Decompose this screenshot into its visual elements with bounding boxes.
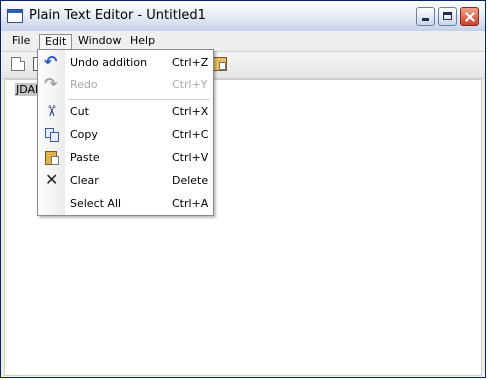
app-window-icon [7,9,23,23]
title-bar[interactable]: Plain Text Editor - Untitled1 [1,1,485,32]
menu-item-select-all[interactable]: Select All Ctrl+A [38,193,213,215]
menu-item-shortcut: Ctrl+V [172,151,209,164]
menu-separator [68,99,210,100]
menu-item-shortcut: Ctrl+A [172,197,209,210]
menu-help[interactable]: Help [125,34,160,50]
window-title: Plain Text Editor - Untitled1 [29,8,206,23]
close-icon[interactable] [460,7,479,26]
menu-item-undo[interactable]: Undo addition Ctrl+Z [38,52,213,74]
edit-menu-dropdown: Undo addition Ctrl+Z Redo Ctrl+Y Cut Ctr… [37,49,214,216]
menu-item-label: Cut [70,105,89,118]
menu-item-redo: Redo Ctrl+Y [38,74,213,96]
undo-icon [44,52,60,71]
new-file-icon[interactable] [11,57,25,71]
redo-icon [44,74,60,93]
menu-item-shortcut: Ctrl+Y [172,78,208,91]
menu-file[interactable]: File [7,34,35,50]
menu-item-copy[interactable]: Copy Ctrl+C [38,124,213,146]
menu-window[interactable]: Window [73,34,126,50]
minimize-icon[interactable] [416,7,435,26]
paste-toolbar-icon[interactable] [213,57,227,71]
clear-icon [44,170,60,189]
menu-item-paste[interactable]: Paste Ctrl+V [38,147,213,169]
menu-item-label: Copy [70,128,98,141]
menu-edit[interactable]: Edit [39,34,73,50]
menu-item-shortcut: Ctrl+C [172,128,209,141]
menu-item-label: Clear [70,174,99,187]
cut-icon [44,104,60,120]
copy-icon [44,127,60,143]
paste-icon [44,150,60,166]
menu-item-shortcut: Ctrl+Z [172,56,209,69]
menu-item-shortcut: Ctrl+X [172,105,209,118]
menu-item-label: Select All [70,197,122,210]
menu-item-shortcut: Delete [172,174,209,187]
menu-item-label: Undo addition [70,56,148,69]
menu-item-label: Redo [70,78,98,91]
maximize-icon[interactable] [438,7,457,26]
menu-item-clear[interactable]: Clear Delete [38,170,213,192]
menu-item-label: Paste [70,151,100,164]
menu-item-cut[interactable]: Cut Ctrl+X [38,101,213,123]
